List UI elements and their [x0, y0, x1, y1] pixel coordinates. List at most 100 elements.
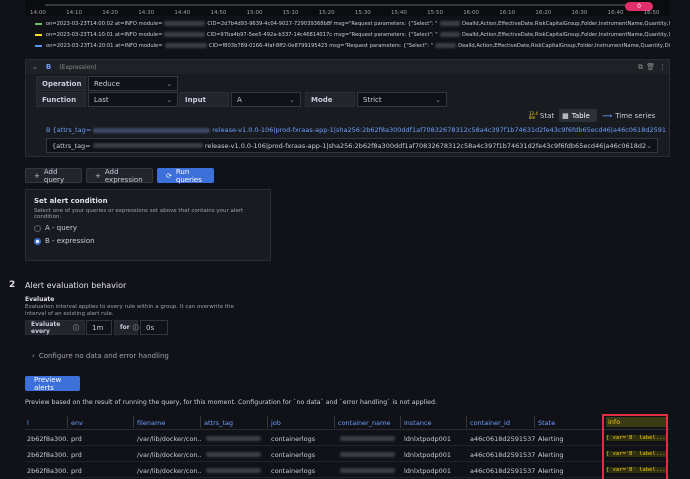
- series-select[interactable]: {attrs_tag= release-v1.0.0-106|prod-fxra…: [46, 138, 658, 153]
- timeline-tick: 15:40: [391, 10, 407, 16]
- preview-alerts-button[interactable]: Preview alerts: [25, 376, 80, 392]
- table-row: 2b62f8a300... prd/var/lib/docker/con... co…: [25, 446, 670, 462]
- time-series-icon: ⟿: [602, 111, 613, 120]
- radio-selected-icon[interactable]: [34, 237, 41, 245]
- table-cell: [ var='B' label...: [606, 435, 668, 441]
- table-cell: [ var='B' label...: [606, 451, 668, 457]
- input-value: A: [237, 95, 242, 104]
- function-select[interactable]: Last ⌄: [88, 92, 178, 107]
- timeline-tick: 14:00: [30, 10, 46, 16]
- column-divider[interactable]: [466, 416, 467, 428]
- stat-icon: 12.4 8m: [529, 110, 538, 120]
- timeline-tick: 15:10: [282, 10, 299, 16]
- redacted-text: [439, 21, 460, 26]
- column-header-attrs-tag[interactable]: attrs_tag: [204, 419, 269, 427]
- column-divider[interactable]: [133, 416, 134, 428]
- log-prefix: on=2023-03-23T14:20:01 at=INFO module=: [46, 42, 163, 49]
- log-level-bar: [35, 33, 42, 36]
- column-header-l[interactable]: l: [27, 419, 69, 427]
- tab-table[interactable]: ▦ Table: [559, 109, 598, 122]
- evaluate-description: Evaluation interval applies to every rul…: [25, 304, 234, 317]
- chevron-down-icon: ⌄: [435, 95, 441, 104]
- timeline-tick: 16:10: [499, 10, 516, 16]
- log-cid: CID=2d7b4d93-9639-4c04-9027-729039368b8f…: [207, 20, 438, 27]
- delete-icon[interactable]: 🗑: [646, 63, 655, 71]
- collapse-chevron-icon[interactable]: ⌄: [32, 63, 38, 71]
- alert-condition-description: Select one of your queries or expression…: [34, 208, 244, 220]
- log-tail: DealId,Action,EffectiveDate,RiskCapitalG…: [461, 31, 670, 38]
- chevron-down-icon: ⌄: [166, 79, 172, 88]
- table-cell: a46c0618d2591537...: [470, 467, 536, 475]
- table-cell: containerlogs: [271, 451, 316, 459]
- chevron-down-icon: ⌄: [289, 95, 295, 104]
- column-header-instance[interactable]: instance: [404, 419, 468, 427]
- column-divider[interactable]: [534, 416, 535, 428]
- expression-header: ⌄ B (Expression) ⧉ 🗑 ⋮: [26, 60, 669, 74]
- column-divider[interactable]: [400, 416, 401, 428]
- add-query-button[interactable]: + Add query: [25, 168, 82, 184]
- drag-handle-icon[interactable]: ⋮: [659, 63, 666, 71]
- operation-label: Operation: [36, 76, 86, 91]
- input-select[interactable]: A ⌄: [231, 92, 301, 107]
- table-cell: prd: [71, 435, 82, 443]
- info-icon[interactable]: ⓘ: [133, 323, 139, 332]
- timeline-tick: 14:10: [66, 10, 82, 16]
- table-cell: Alerting: [538, 435, 564, 443]
- column-divider[interactable]: [67, 416, 68, 428]
- radio-icon[interactable]: [34, 224, 41, 232]
- evaluate-subheading: Evaluate: [25, 296, 55, 303]
- log-tail: DealId,Action,EffectiveDate,RiskCapitalG…: [461, 20, 670, 27]
- column-header-env[interactable]: env: [71, 419, 135, 427]
- column-header-info[interactable]: info: [606, 417, 668, 427]
- column-divider[interactable]: [334, 416, 335, 428]
- log-prefix: on=2023-03-23T14:10:01 at=INFO module=: [45, 31, 163, 38]
- table-cell: containerlogs: [271, 467, 316, 475]
- log-cid: CID=97ba4b97-5ee5-492a-b337-14c46814017c…: [206, 31, 438, 38]
- table-cell: 2b62f8a300...: [27, 451, 69, 459]
- table-cell: Alerting: [538, 467, 564, 475]
- alert-condition-card: Set alert condition Select one of your q…: [25, 189, 271, 261]
- table-cell: Alerting: [538, 451, 564, 459]
- column-divider[interactable]: [200, 416, 201, 428]
- for-input[interactable]: 0s: [140, 320, 168, 335]
- table-header: l env filename attrs_tag job container_name in…: [25, 414, 670, 430]
- log-line[interactable]: on=2023-03-23T14:10:01 at=INFO module= CI…: [25, 29, 670, 40]
- redacted-text: [340, 436, 395, 441]
- info-icon[interactable]: ⓘ: [73, 323, 79, 332]
- copy-icon[interactable]: ⧉: [638, 63, 643, 72]
- condition-option-b[interactable]: B - expression: [34, 237, 95, 245]
- table-cell: containerlogs: [271, 435, 316, 443]
- column-header-container-name[interactable]: container_name: [338, 419, 402, 427]
- timeline-tick: 14:20: [102, 10, 119, 16]
- table-row: 2b62f8a300... prd/var/lib/docker/con... co…: [25, 462, 670, 478]
- condition-option-a[interactable]: A - query: [34, 224, 77, 232]
- tab-stat[interactable]: 12.4 8m Stat: [526, 109, 557, 122]
- operation-value: Reduce: [94, 79, 120, 88]
- redacted-text: [340, 468, 395, 473]
- redacted-text: [434, 43, 457, 48]
- column-header-container-id[interactable]: container_id: [470, 419, 536, 427]
- evaluate-every-input[interactable]: 1m: [86, 320, 112, 335]
- column-divider[interactable]: [267, 416, 268, 428]
- run-queries-button[interactable]: ⟳ Run queries: [157, 168, 214, 184]
- log-line[interactable]: on=2023-03-23T14:00:02 at=INFO module= CI…: [25, 18, 670, 29]
- timeline-tick: 15:30: [354, 10, 371, 16]
- expression-ref[interactable]: B: [46, 63, 51, 71]
- mode-select[interactable]: Strict ⌄: [357, 92, 447, 107]
- table-row: 2b62f8a300... prd/var/lib/docker/con... co…: [25, 430, 670, 446]
- tab-time-series[interactable]: ⟿ Time series: [599, 109, 661, 122]
- table-cell: ldnlxtpodp001: [404, 435, 452, 443]
- table-cell: [ var='B' label...: [606, 467, 668, 473]
- column-header-job[interactable]: job: [271, 419, 336, 427]
- column-header-state[interactable]: State: [538, 419, 604, 427]
- table-cell: a46c0618d2591537...: [470, 435, 536, 443]
- table-icon: ▦: [562, 111, 569, 120]
- column-header-filename[interactable]: filename: [137, 419, 202, 427]
- log-line[interactable]: on=2023-03-23T14:20:01 at=INFO module= CI…: [25, 40, 670, 51]
- add-expression-button[interactable]: + Add expression: [86, 168, 153, 184]
- redacted-text: [93, 127, 211, 133]
- table-cell: prd: [71, 467, 82, 475]
- nodata-toggle[interactable]: › Configure no data and error handling: [32, 352, 169, 360]
- column-divider[interactable]: [602, 416, 603, 428]
- operation-select[interactable]: Reduce ⌄: [88, 76, 178, 91]
